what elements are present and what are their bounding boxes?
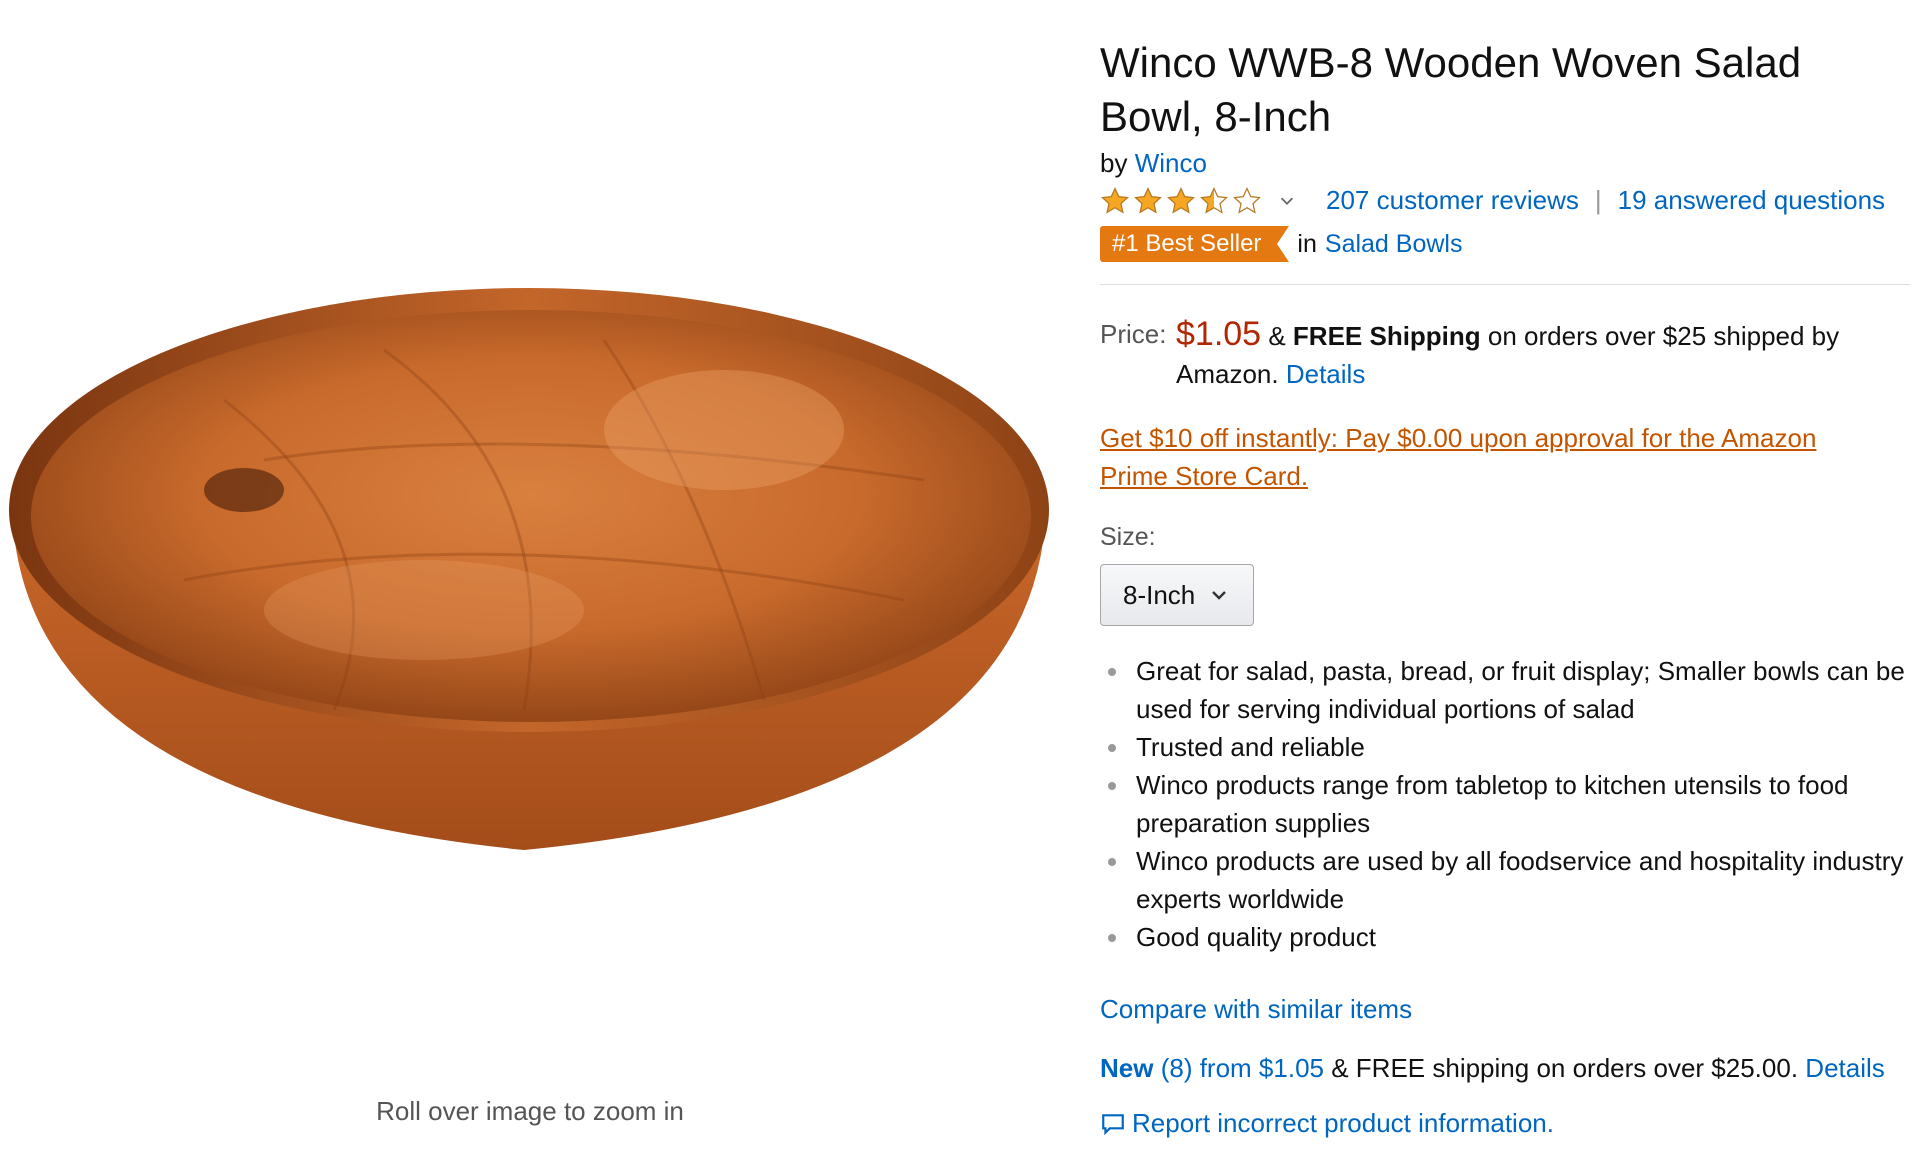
speech-bubble-icon — [1102, 1113, 1124, 1135]
report-row: Report incorrect product information. — [1100, 1108, 1900, 1139]
price-label: Price: — [1100, 319, 1167, 349]
brand-link[interactable]: Winco — [1135, 148, 1207, 178]
bestseller-badge[interactable]: #1 Best Seller — [1100, 226, 1290, 262]
star-full-icon — [1167, 186, 1195, 214]
size-dropdown[interactable]: 8-Inch — [1100, 564, 1254, 626]
wooden-bowl-image — [9, 288, 1049, 850]
store-card-promo-link[interactable]: Get $10 off instantly: Pay $0.00 upon ap… — [1100, 419, 1890, 495]
size-selected-value: 8-Inch — [1123, 579, 1196, 610]
star-full-icon — [1101, 186, 1129, 214]
product-title: Winco WWB-8 Wooden Woven Salad Bowl, 8-I… — [1100, 39, 1802, 140]
zoom-hint: Roll over image to zoom in — [376, 1096, 684, 1126]
compare-link[interactable]: Compare with similar items — [1100, 994, 1412, 1024]
feature-bullet: Great for salad, pasta, bread, or fruit … — [1100, 652, 1910, 728]
chevron-down-icon[interactable] — [1278, 192, 1296, 210]
bestseller-category-link[interactable]: Salad Bowls — [1325, 230, 1463, 259]
feature-bullet: Good quality product — [1100, 918, 1910, 956]
star-full-icon — [1134, 186, 1162, 214]
price-amount: $1.05 — [1176, 315, 1262, 353]
star-rating[interactable] — [1100, 186, 1262, 216]
price-amp: & — [1268, 321, 1286, 351]
rating-row: 207 customer reviews | 19 answered quest… — [1100, 185, 1900, 216]
new-offers-label[interactable]: New — [1100, 1053, 1153, 1083]
price-row: Price: $1.05 & FREE Shipping on orders o… — [1100, 315, 1900, 393]
chevron-down-icon — [1212, 591, 1227, 600]
shipping-details-link[interactable]: Details — [1286, 359, 1365, 389]
new-offers-details-link[interactable]: Details — [1805, 1053, 1884, 1083]
new-offers-count-link[interactable]: (8) from $1.05 — [1161, 1053, 1324, 1083]
size-label: Size: — [1100, 523, 1156, 551]
bestseller-in-label: in — [1297, 229, 1317, 258]
feature-bullet: Trusted and reliable — [1100, 728, 1910, 766]
product-page: Roll over image to zoom in Winco WWB-8 W… — [0, 0, 1914, 1164]
bestseller-row: #1 Best Seller in Salad Bowls — [1100, 226, 1900, 262]
product-info: Winco WWB-8 Wooden Woven Salad Bowl, 8-I… — [1100, 36, 1910, 1139]
questions-link[interactable]: 19 answered questions — [1618, 185, 1885, 216]
byline: by Winco — [1100, 148, 1900, 179]
star-half-icon — [1200, 186, 1228, 214]
rating-separator: | — [1594, 185, 1602, 215]
feature-bullet: Winco products are used by all foodservi… — [1100, 842, 1910, 918]
free-shipping-label: FREE Shipping — [1292, 321, 1481, 351]
compare-row: Compare with similar items — [1100, 994, 1900, 1025]
feature-bullet: Winco products range from tabletop to ki… — [1100, 766, 1910, 842]
feature-bullets: Great for salad, pasta, bread, or fruit … — [1100, 652, 1910, 956]
new-offers-shipping: & FREE shipping on orders over $25.00. — [1331, 1053, 1799, 1083]
new-offers-row: New (8) from $1.05 & FREE shipping on or… — [1100, 1053, 1900, 1084]
price-body: $1.05 & FREE Shipping on orders over $25… — [1176, 315, 1876, 393]
divider — [1100, 284, 1910, 285]
report-link[interactable]: Report incorrect product information. — [1132, 1108, 1554, 1139]
reviews-link[interactable]: 207 customer reviews — [1326, 185, 1579, 216]
image-column: Roll over image to zoom in — [0, 0, 1060, 1164]
star-empty-icon — [1233, 186, 1261, 214]
by-prefix: by — [1100, 148, 1128, 178]
product-image[interactable] — [4, 280, 1054, 860]
